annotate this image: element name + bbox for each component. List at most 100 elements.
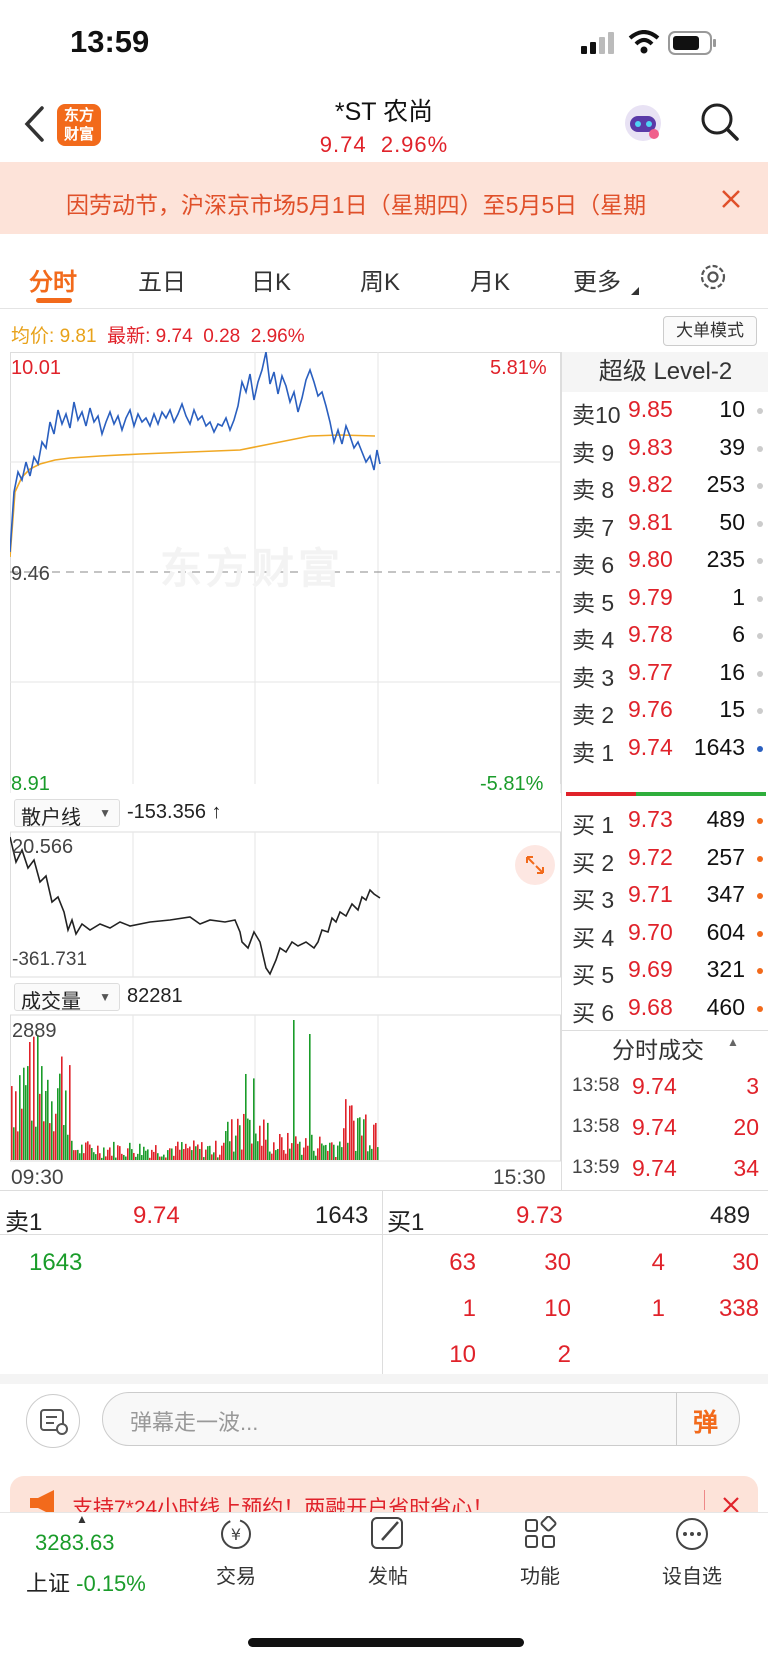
ask-row[interactable]: 卖10 9.85 10: [562, 392, 768, 429]
tab-monthly-k[interactable]: 月K: [470, 262, 510, 297]
tab-more[interactable]: 更多: [573, 262, 621, 297]
volume-bar: [249, 1119, 251, 1160]
volume-bar: [83, 1153, 85, 1160]
bid-row[interactable]: 买 3 9.71 347: [562, 877, 768, 914]
queue-buy-price: 9.73: [516, 1202, 563, 1229]
volume-bar: [123, 1154, 125, 1160]
danmaku-settings-icon[interactable]: [26, 1394, 80, 1448]
volume-bar: [263, 1119, 265, 1160]
danmaku-input[interactable]: 弹幕走一波... 弹: [102, 1392, 740, 1446]
order-qty: 1: [732, 583, 745, 610]
tab-functions-label: 功能: [520, 1566, 560, 1588]
order-level-label: 买 4: [572, 924, 615, 951]
volume-bar: [353, 1120, 355, 1160]
tab-trade-label: 交易: [216, 1566, 256, 1588]
caret-down-icon: [631, 282, 639, 295]
tab-weekly-k[interactable]: 周K: [360, 262, 400, 297]
volume-bar: [325, 1144, 327, 1160]
promo-banner[interactable]: 支持7*24小时线上预约！两融开户省时省心！: [10, 1476, 758, 1516]
level2-title[interactable]: 超级 Level-2: [562, 352, 768, 392]
bid-row[interactable]: 买 2 9.72 257: [562, 840, 768, 877]
index-line[interactable]: 上证 -0.15%: [26, 1566, 146, 1598]
ask-row[interactable]: 卖 6 9.80 235: [562, 542, 768, 579]
expand-icon[interactable]: [515, 845, 555, 885]
bid-row[interactable]: 买 4 9.70 604: [562, 915, 768, 952]
close-icon[interactable]: [720, 188, 742, 210]
ask-row[interactable]: 卖 7 9.81 50: [562, 505, 768, 542]
order-level-label: 卖 6: [572, 552, 615, 578]
ask-row[interactable]: 卖 1 9.74 1643: [562, 730, 768, 764]
price-base-label: 9.46: [11, 563, 50, 585]
order-dot-icon: [757, 1005, 763, 1012]
volume-bar: [163, 1154, 165, 1160]
tab-five-day[interactable]: 五日: [138, 262, 186, 297]
volume-bar: [69, 1065, 71, 1160]
bid-row[interactable]: 买 6 9.68 460: [562, 990, 768, 1027]
queue-buy-order: 30: [732, 1249, 759, 1276]
volume-bar: [335, 1156, 337, 1160]
big-order-mode-button[interactable]: 大单模式: [663, 316, 757, 346]
volume-bar: [215, 1140, 217, 1160]
volume-bar: [101, 1157, 103, 1160]
tab-watchlist[interactable]: 设自选: [642, 1516, 742, 1589]
intraday-chart[interactable]: [9, 351, 561, 1162]
trades-panel[interactable]: 分时成交 ▲ 13:58 9.74 3 13:58 9.74 20 13:59 9.74 34: [561, 1030, 768, 1190]
price-high-label: 10.01: [11, 357, 62, 379]
bid-row[interactable]: 买 1 9.73 489: [562, 802, 768, 839]
ask-row[interactable]: 卖 4 9.78 6: [562, 617, 768, 654]
volume-bar: [65, 1090, 67, 1160]
ask-row[interactable]: 卖 5 9.79 1: [562, 580, 768, 617]
volume-bar: [53, 1131, 55, 1160]
ask-row[interactable]: 卖 3 9.77 16: [562, 655, 768, 692]
order-price: 9.83: [628, 433, 673, 460]
search-icon[interactable]: [700, 102, 740, 142]
volume-bar: [99, 1153, 101, 1160]
index-value[interactable]: 3283.63: [35, 1530, 115, 1556]
time-start: 09:30: [11, 1166, 64, 1189]
volume-bar: [305, 1138, 307, 1160]
volume-bar: [239, 1125, 241, 1160]
volume-bar: [85, 1142, 87, 1160]
tab-post[interactable]: 发帖: [338, 1516, 438, 1589]
tab-functions[interactable]: 功能: [490, 1515, 590, 1589]
order-price: 9.85: [628, 396, 673, 422]
price-high-pct: 5.81%: [490, 357, 547, 379]
tab-minute[interactable]: 分时: [29, 262, 77, 297]
volume-bar: [41, 1066, 43, 1160]
bid-row[interactable]: 买 5 9.69 321: [562, 952, 768, 989]
volume-bar: [321, 1143, 323, 1160]
danmaku-send-button[interactable]: 弹: [693, 1403, 718, 1439]
volume-bar: [199, 1148, 201, 1160]
order-price: 9.72: [628, 843, 673, 870]
volume-bar: [161, 1156, 163, 1160]
gear-icon[interactable]: [698, 262, 728, 292]
trade-qty: 3: [746, 1073, 759, 1099]
order-qty: 257: [706, 843, 745, 870]
order-dot-icon: [757, 483, 763, 489]
ask-row[interactable]: 卖 8 9.82 253: [562, 467, 768, 504]
trade-row: 13:59 9.74 34: [562, 1151, 768, 1191]
volume-bar: [49, 1123, 51, 1160]
volume-bar: [297, 1143, 299, 1160]
order-price: 9.70: [628, 918, 673, 945]
retail-line-selector[interactable]: 散户线 ▼: [14, 799, 120, 829]
trade-price: 9.74: [632, 1114, 677, 1140]
latest-change-pct: 2.96%: [250, 326, 305, 347]
volume-selector[interactable]: 成交量 ▼: [14, 983, 120, 1013]
tab-trade[interactable]: ¥ 交易: [186, 1516, 286, 1589]
volume-bar: [307, 1145, 309, 1160]
robot-assistant-icon[interactable]: [622, 102, 664, 144]
index-name: 上证: [26, 1571, 71, 1596]
grid-icon: [490, 1515, 590, 1552]
divider: [382, 1190, 383, 1374]
trade-row: 13:58 9.74 3: [562, 1069, 768, 1109]
ask-row[interactable]: 卖 9 9.83 39: [562, 430, 768, 467]
volume-bar: [73, 1150, 75, 1160]
ask-row[interactable]: 卖 2 9.76 15: [562, 692, 768, 729]
order-level-label: 卖 3: [572, 664, 615, 691]
tab-daily-k[interactable]: 日K: [251, 262, 291, 297]
volume-bar: [269, 1151, 271, 1160]
volume-bar: [287, 1132, 289, 1160]
volume-bar: [273, 1142, 275, 1160]
queue-buy-order: 10: [544, 1295, 571, 1322]
